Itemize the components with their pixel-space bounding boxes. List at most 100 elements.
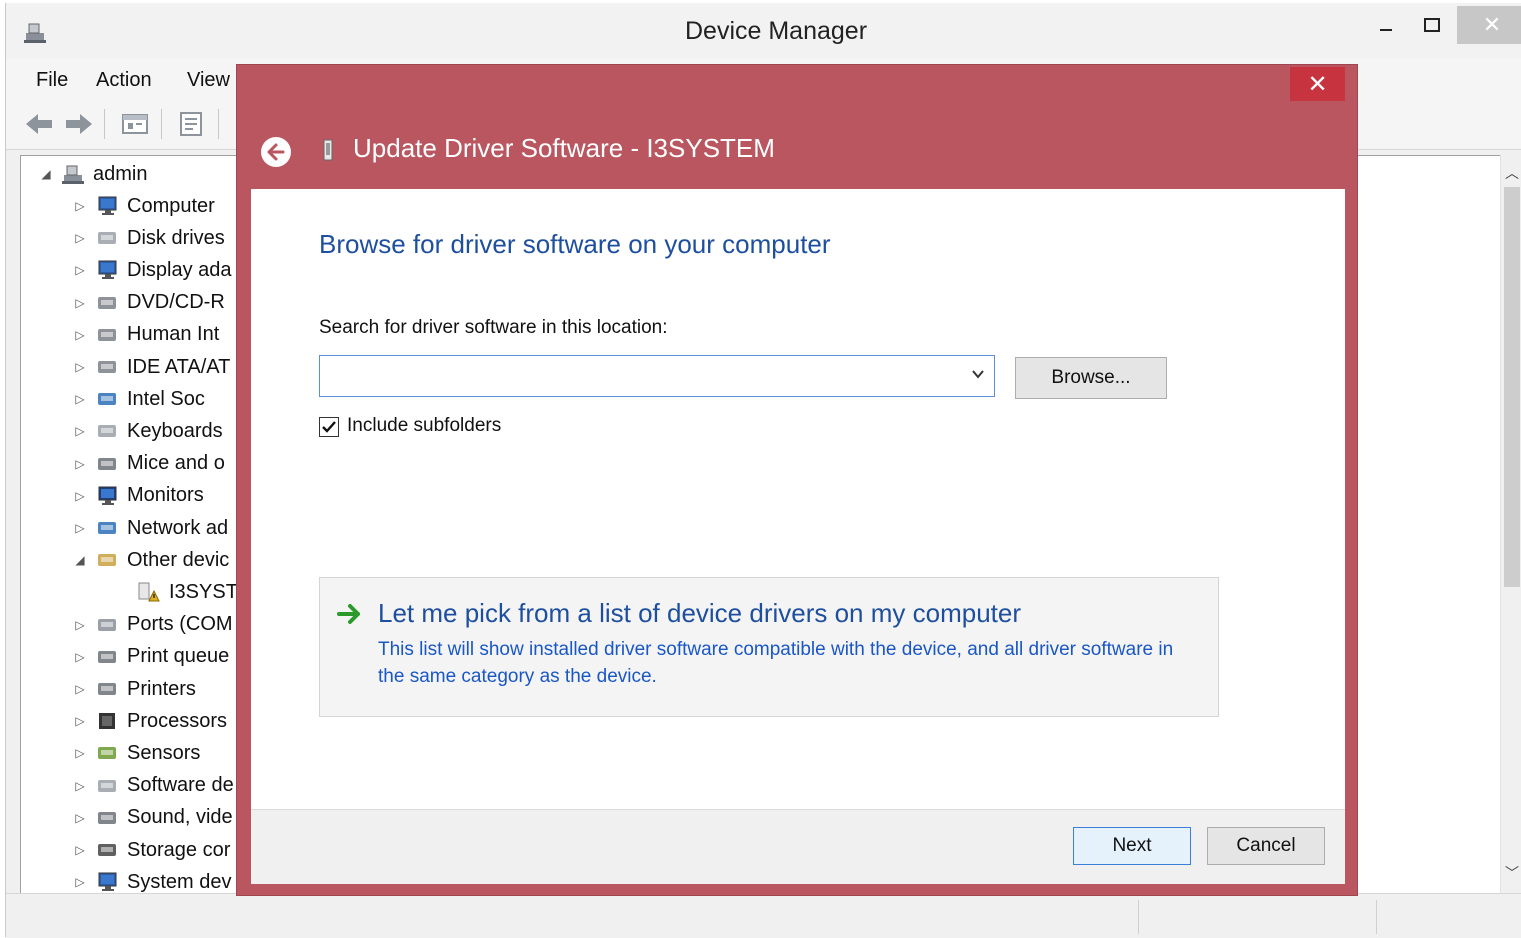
tree-item-label: Keyboards bbox=[127, 419, 223, 442]
menu-view[interactable]: View bbox=[187, 69, 230, 92]
port-icon bbox=[98, 618, 116, 631]
forward-arrow-icon[interactable] bbox=[64, 111, 94, 137]
tree-item-label: Processors bbox=[127, 709, 228, 732]
scroll-thumb[interactable] bbox=[1504, 187, 1520, 587]
tree-item[interactable]: ▷ Network ad bbox=[71, 513, 228, 543]
tree-item[interactable]: ▷ Computer bbox=[71, 191, 214, 221]
driver-path-combobox[interactable] bbox=[319, 355, 995, 397]
checkmark-icon bbox=[322, 421, 336, 433]
pick-from-list-description: This list will show installed driver sof… bbox=[378, 639, 1174, 687]
tree-item[interactable]: ▷ Intel Soc bbox=[71, 384, 204, 414]
pick-from-list-title[interactable]: Let me pick from a list of device driver… bbox=[378, 598, 1021, 629]
tree-item-label: Other devic bbox=[127, 548, 230, 571]
browse-button[interactable]: Browse... bbox=[1015, 357, 1167, 399]
network-icon bbox=[98, 522, 116, 534]
storage-icon bbox=[98, 844, 116, 856]
back-button[interactable] bbox=[261, 137, 291, 167]
expand-arrow-icon[interactable]: ▷ bbox=[71, 360, 89, 374]
expand-arrow-icon[interactable]: ▷ bbox=[71, 875, 89, 889]
tree-item[interactable]: ▷ Storage cor bbox=[71, 835, 230, 865]
tree-root[interactable]: ◢ admin bbox=[37, 159, 147, 189]
tree-item[interactable]: ▷ Human Int bbox=[71, 320, 219, 350]
expand-arrow-icon[interactable]: ▷ bbox=[71, 231, 89, 245]
minimize-button[interactable] bbox=[1366, 6, 1406, 44]
collapse-arrow-icon[interactable]: ◢ bbox=[71, 553, 89, 567]
monitor-icon bbox=[98, 486, 117, 505]
status-divider bbox=[1138, 900, 1139, 934]
window-close-button[interactable]: ✕ bbox=[1457, 6, 1521, 44]
expand-arrow-icon[interactable]: ▷ bbox=[71, 843, 89, 857]
tree-item-label: Disk drives bbox=[127, 226, 225, 249]
expand-arrow-icon[interactable]: ▷ bbox=[71, 714, 89, 728]
minimize-icon bbox=[1380, 29, 1392, 31]
cancel-button[interactable]: Cancel bbox=[1207, 827, 1325, 865]
expand-arrow-icon[interactable]: ▷ bbox=[71, 682, 89, 696]
processor-icon bbox=[99, 713, 115, 730]
tree-item[interactable]: ▷ Display ada bbox=[71, 255, 231, 285]
tree-item-label: Sound, vide bbox=[127, 806, 233, 829]
computer-tower-icon bbox=[62, 165, 84, 184]
expand-arrow-icon[interactable]: ▷ bbox=[71, 328, 89, 342]
expand-arrow-icon[interactable]: ▷ bbox=[71, 746, 89, 760]
expand-arrow-icon[interactable]: ▷ bbox=[71, 392, 89, 406]
software-device-icon bbox=[98, 779, 116, 792]
tree-item[interactable]: ▷ DVD/CD-R bbox=[71, 288, 224, 318]
printer-icon bbox=[98, 683, 116, 695]
collapse-arrow-icon[interactable]: ◢ bbox=[37, 167, 55, 181]
expand-arrow-icon[interactable]: ▷ bbox=[71, 650, 89, 664]
toolbar-separator bbox=[218, 109, 219, 139]
expand-arrow-icon[interactable]: ▷ bbox=[71, 424, 89, 438]
tree-item[interactable]: ▷ Disk drives bbox=[71, 223, 225, 253]
include-subfolders-label[interactable]: Include subfolders bbox=[347, 415, 501, 437]
expand-arrow-icon[interactable]: ▷ bbox=[71, 489, 89, 503]
menu-action[interactable]: Action bbox=[96, 69, 152, 92]
expand-arrow-icon[interactable]: ▷ bbox=[71, 263, 89, 277]
include-subfolders-checkbox[interactable] bbox=[319, 417, 339, 437]
tree-item-label: Sensors bbox=[127, 741, 201, 764]
chevron-down-icon[interactable] bbox=[970, 366, 986, 382]
expand-arrow-icon[interactable]: ▷ bbox=[71, 296, 89, 310]
tree-child-item[interactable]: I3SYSTE bbox=[131, 577, 251, 607]
tree-item[interactable]: ▷ Ports (COM bbox=[71, 610, 232, 640]
vertical-scrollbar[interactable]: ︿ ﹀ bbox=[1500, 155, 1521, 893]
tree-item[interactable]: ▷ Print queue bbox=[71, 642, 229, 672]
tree-item[interactable]: ▷ Keyboards bbox=[71, 416, 223, 446]
computer-icon bbox=[98, 196, 117, 215]
maximize-button[interactable] bbox=[1412, 6, 1452, 44]
printer-icon bbox=[98, 650, 116, 663]
expand-arrow-icon[interactable]: ▷ bbox=[71, 618, 89, 632]
properties-icon[interactable] bbox=[120, 111, 150, 137]
tree-item-label: IDE ATA/AT bbox=[127, 355, 231, 378]
maximize-icon bbox=[1424, 18, 1440, 32]
disk-drive-icon bbox=[98, 232, 116, 245]
dialog-close-button[interactable]: ✕ bbox=[1290, 67, 1345, 101]
expand-arrow-icon[interactable]: ▷ bbox=[71, 199, 89, 213]
tree-item[interactable]: ▷ IDE ATA/AT bbox=[71, 352, 230, 382]
tree-item[interactable]: ▷ Sound, vide bbox=[71, 803, 233, 833]
tree-item[interactable]: ▷ Software de bbox=[71, 771, 233, 801]
pick-from-list-option[interactable]: Let me pick from a list of device driver… bbox=[319, 577, 1219, 717]
expand-arrow-icon[interactable]: ▷ bbox=[71, 811, 89, 825]
close-icon: ✕ bbox=[1307, 70, 1328, 98]
tree-item[interactable]: ◢ Other devic bbox=[71, 545, 229, 575]
expand-arrow-icon[interactable]: ▷ bbox=[71, 779, 89, 793]
scroll-down-icon[interactable]: ﹀ bbox=[1501, 863, 1521, 883]
menu-file[interactable]: File bbox=[36, 69, 68, 92]
expand-arrow-icon[interactable]: ▷ bbox=[71, 457, 89, 471]
next-button[interactable]: Next bbox=[1073, 827, 1191, 865]
warning-device-icon bbox=[138, 582, 160, 602]
green-arrow-icon bbox=[337, 604, 360, 624]
ide-controller-icon bbox=[98, 361, 116, 373]
expand-arrow-icon[interactable]: ▷ bbox=[71, 521, 89, 535]
tree-item[interactable]: ▷ Monitors bbox=[71, 481, 204, 511]
tree-item[interactable]: ▷ Mice and o bbox=[71, 449, 224, 479]
tree-item[interactable]: ▷ Printers bbox=[71, 674, 196, 704]
back-arrow-icon[interactable] bbox=[24, 111, 54, 137]
tree-item[interactable]: ▷ Sensors bbox=[71, 738, 200, 768]
update-driver-dialog: ✕ Update Driver Software - I3SYSTEM Brow… bbox=[236, 64, 1358, 896]
back-arrow-icon bbox=[267, 143, 285, 161]
tree-item[interactable]: ▷ Processors bbox=[71, 706, 227, 736]
scroll-up-icon[interactable]: ︿ bbox=[1501, 163, 1521, 183]
tree-item-label: Monitors bbox=[127, 484, 204, 507]
update-driver-icon[interactable] bbox=[176, 111, 206, 137]
